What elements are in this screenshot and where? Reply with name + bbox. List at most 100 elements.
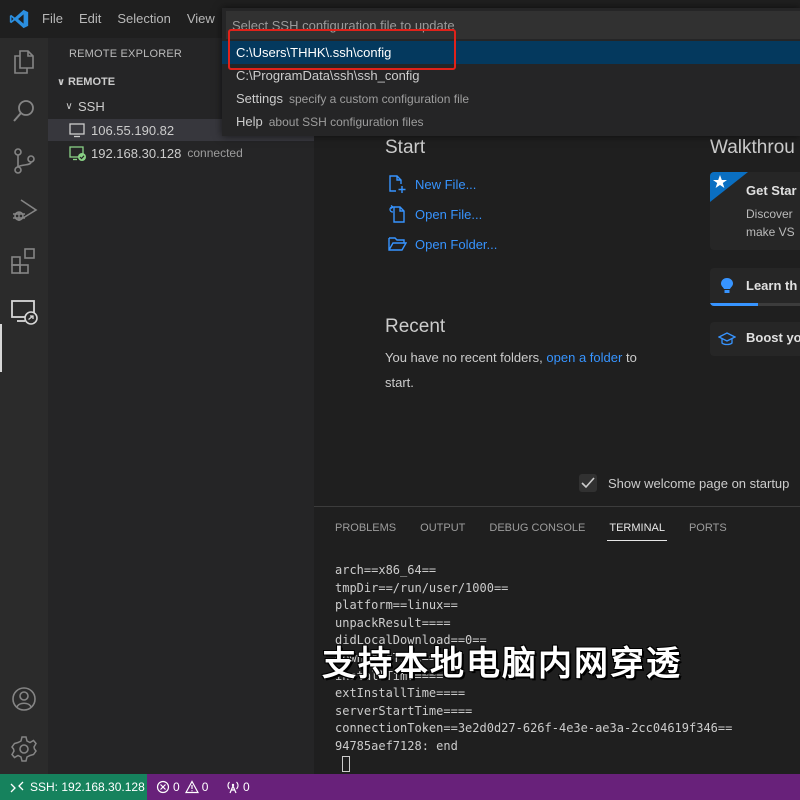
vscode-window: File Edit Selection View REMOTE EXPLORER… xyxy=(0,0,800,800)
quick-pick: Select SSH configuration file to update … xyxy=(222,8,800,136)
quick-pick-label: Help xyxy=(236,114,263,129)
menu-selection[interactable]: Selection xyxy=(117,11,170,26)
monitor-icon xyxy=(69,123,85,138)
walkthrough-boost[interactable]: Boost yo xyxy=(710,322,800,356)
ports-status[interactable]: 0 xyxy=(226,774,250,800)
walkthrough-progress-fill xyxy=(710,303,758,306)
remote-icon xyxy=(10,781,24,793)
chevron-down-icon: ∨ xyxy=(56,76,66,88)
checkbox[interactable] xyxy=(579,474,597,492)
open-file-icon xyxy=(389,204,405,223)
terminal-line: 94785aef7128: end xyxy=(335,738,458,753)
open-folder-label: Open Folder... xyxy=(415,236,498,252)
walkthrough-desc: make VS xyxy=(746,225,795,239)
quick-pick-item[interactable]: C:\ProgramData\ssh\ssh_config xyxy=(222,64,800,87)
quick-pick-label: Settings xyxy=(236,91,283,106)
extensions-icon[interactable] xyxy=(9,246,39,276)
show-welcome-checkbox[interactable]: Show welcome page on startup xyxy=(579,474,789,492)
explorer-icon[interactable] xyxy=(9,46,39,76)
new-file-label: New File... xyxy=(415,176,477,192)
panel-tabs: PROBLEMS OUTPUT DEBUG CONSOLE TERMINAL P… xyxy=(335,522,751,541)
open-a-folder-link[interactable]: open a folder xyxy=(546,350,622,365)
quick-pick-label: C:\ProgramData\ssh\ssh_config xyxy=(236,68,420,83)
monitor-connected-icon xyxy=(69,146,86,161)
quick-pick-item[interactable]: Help about SSH configuration files xyxy=(222,110,800,133)
mortarboard-icon xyxy=(718,332,736,346)
run-debug-icon[interactable] xyxy=(9,196,39,226)
walkthroughs-heading: Walkthrou xyxy=(710,137,795,158)
host-name: 106.55.190.82 xyxy=(91,122,175,138)
open-file-label: Open File... xyxy=(415,206,483,222)
tab-debug-console[interactable]: DEBUG CONSOLE xyxy=(489,522,585,541)
terminal-line: tmpDir==/run/user/1000== xyxy=(335,580,509,595)
section-remote-label: REMOTE xyxy=(68,76,116,88)
host-row[interactable]: 192.168.30.128 connected xyxy=(48,142,314,164)
quick-pick-item[interactable]: C:\Users\THHK\.ssh\config xyxy=(222,41,800,64)
new-file-icon xyxy=(389,175,406,193)
recent-message: You have no recent folders, open a folde… xyxy=(385,345,655,395)
quick-pick-input[interactable]: Select SSH configuration file to update xyxy=(226,11,800,39)
section-remote[interactable]: ∨ REMOTE xyxy=(54,76,115,88)
terminal-line: connectionToken==3e2d0d27-626f-4e3e-ae3a… xyxy=(335,721,733,736)
problems-status[interactable]: 0 0 xyxy=(156,774,208,800)
warning-icon xyxy=(184,780,199,794)
open-folder-icon xyxy=(388,237,407,251)
new-file-link[interactable]: New File... xyxy=(387,174,476,194)
tab-terminal[interactable]: TERMINAL xyxy=(607,522,667,541)
quick-pick-description: about SSH configuration files xyxy=(268,114,424,129)
tab-output[interactable]: OUTPUT xyxy=(420,522,465,541)
remote-label: SSH: 192.168.30.128 xyxy=(30,780,145,794)
error-icon xyxy=(156,780,170,794)
status-bar: SSH: 192.168.30.128 0 0 0 xyxy=(0,774,800,800)
walkthrough-learn[interactable]: Learn th xyxy=(710,268,800,306)
quick-pick-item[interactable]: Settings specify a custom configuration … xyxy=(222,87,800,110)
group-ssh[interactable]: ∨ SSH xyxy=(62,99,105,114)
start-heading: Start xyxy=(385,137,426,158)
host-status: connected xyxy=(187,146,243,160)
menu-bar: File Edit Selection View xyxy=(42,11,231,26)
walkthrough-get-started[interactable]: Get Star Discover make VS xyxy=(710,172,800,250)
accounts-icon[interactable] xyxy=(9,684,39,714)
terminal-line: arch==x86_64== xyxy=(335,563,437,577)
chevron-down-icon: ∨ xyxy=(65,101,73,112)
tab-problems[interactable]: PROBLEMS xyxy=(335,522,396,541)
show-welcome-label: Show welcome page on startup xyxy=(608,475,790,491)
terminal-line xyxy=(335,756,732,774)
open-file-link[interactable]: Open File... xyxy=(387,204,482,224)
menu-edit[interactable]: Edit xyxy=(79,11,101,26)
settings-gear-icon[interactable] xyxy=(9,734,39,764)
overlay-caption: 支持本地电脑内网穿透 xyxy=(322,644,682,684)
star-icon xyxy=(710,172,748,202)
ports-count: 0 xyxy=(243,780,250,794)
walkthrough-title: Get Star xyxy=(746,183,797,198)
walkthrough-title: Learn th xyxy=(746,278,798,293)
sidebar-title: REMOTE EXPLORER xyxy=(69,48,183,60)
menu-file[interactable]: File xyxy=(42,11,63,26)
warning-count: 0 xyxy=(201,780,209,794)
terminal-line: serverStartTime==== xyxy=(335,703,473,718)
source-control-icon[interactable] xyxy=(9,146,39,176)
search-icon[interactable] xyxy=(9,96,39,126)
vscode-logo-icon xyxy=(9,9,29,29)
terminal-cursor xyxy=(342,756,350,773)
activity-bar xyxy=(0,38,48,774)
walkthrough-title: Boost yo xyxy=(746,330,800,345)
recent-heading: Recent xyxy=(385,316,446,337)
walkthrough-desc: Discover xyxy=(746,207,793,221)
tab-ports[interactable]: PORTS xyxy=(689,522,727,541)
remote-indicator[interactable]: SSH: 192.168.30.128 xyxy=(0,774,147,800)
terminal-line: platform==linux== xyxy=(335,598,458,613)
quick-pick-label: C:\Users\THHK\.ssh\config xyxy=(236,45,392,60)
host-name: 192.168.30.128 xyxy=(91,145,182,161)
terminal-line: extInstallTime==== xyxy=(335,686,466,701)
walkthrough-progress xyxy=(710,303,800,306)
active-indicator xyxy=(0,324,2,372)
remote-explorer-sidebar: REMOTE EXPLORER ∨ REMOTE ∨ SSH 106.55.19… xyxy=(48,38,314,774)
recent-text-before: You have no recent folders, xyxy=(385,350,543,365)
remote-explorer-icon[interactable] xyxy=(9,296,39,326)
open-folder-link[interactable]: Open Folder... xyxy=(387,234,497,254)
error-count: 0 xyxy=(173,780,180,794)
group-ssh-label: SSH xyxy=(78,99,105,114)
check-icon xyxy=(581,477,595,489)
menu-view[interactable]: View xyxy=(187,11,215,26)
